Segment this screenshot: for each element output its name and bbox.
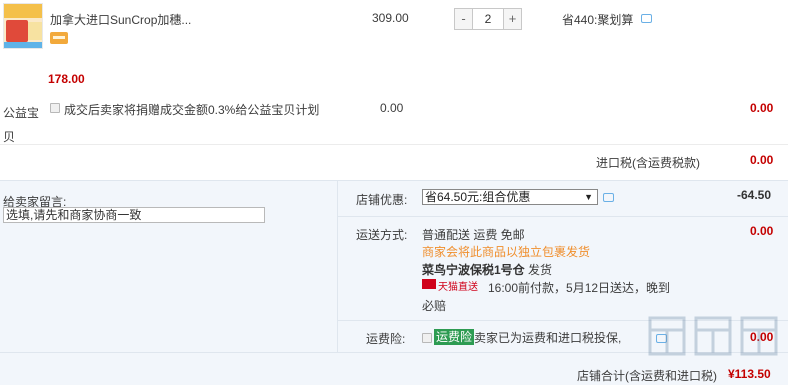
insurance-checkbox[interactable]	[422, 333, 432, 343]
quantity-stepper: - 2 +	[454, 8, 522, 30]
shop-discount-select[interactable]: 省64.50元:组合优惠 ▼	[422, 189, 598, 205]
credit-card-icon	[50, 32, 68, 44]
product-thumbnail[interactable]	[3, 3, 43, 49]
charity-amount: 0.00	[750, 101, 774, 115]
import-tax-amount: 0.00	[750, 153, 774, 167]
chat-bubble-icon[interactable]	[641, 14, 652, 23]
chat-bubble-icon[interactable]	[603, 193, 614, 202]
shop-discount-amount: -64.50	[737, 188, 772, 202]
warehouse-info: 菜鸟宁波保税1号仓 发货	[422, 261, 552, 278]
shop-discount-label: 店铺优惠:	[356, 193, 408, 207]
charity-unit-price: 0.00	[380, 101, 404, 115]
charity-text: 成交后卖家将捐赠成交金额0.3%给公益宝贝计划	[64, 103, 320, 117]
tmall-badge-text: 天猫直送	[438, 282, 478, 293]
discounted-price: 178.00	[48, 72, 85, 86]
shop-total-label: 店铺合计(含运费和进口税)	[577, 369, 717, 383]
shop-discount-selected: 省64.50元:组合优惠	[425, 190, 531, 204]
unit-price: 309.00	[372, 11, 409, 25]
product-title-link[interactable]: 加拿大进口SunCrop加穗...	[50, 11, 191, 28]
chevron-down-icon: ▼	[584, 192, 593, 202]
divider	[0, 180, 788, 181]
charity-checkbox[interactable]	[50, 103, 60, 113]
warehouse-suffix: 发货	[528, 263, 553, 277]
watermark-logo	[648, 316, 778, 356]
shipping-amount: 0.00	[750, 224, 774, 238]
quantity-increase-button[interactable]: +	[503, 9, 521, 29]
insurance-label: 运费险:	[366, 332, 406, 346]
insurance-text: 卖家已为运费和进口税投保,	[474, 331, 622, 345]
divider	[338, 216, 788, 217]
shop-total-amount: ¥113.50	[728, 367, 771, 381]
shipping-note: 商家会将此商品以独立包裹发货	[422, 245, 591, 259]
divider	[337, 180, 338, 352]
tmall-direct-logo: 天猫直送	[422, 278, 486, 293]
import-tax-label: 进口税(含运费税款)	[596, 156, 700, 170]
delivery-estimate: 16:00前付款，5月12日送达，晚到	[488, 281, 671, 295]
shipping-method: 普通配送 运费 免邮	[422, 228, 525, 242]
delivery-guarantee: 必赔	[422, 299, 447, 313]
warehouse-name: 菜鸟宁波保税1号仓	[422, 263, 525, 277]
charity-label: 公益宝贝	[3, 106, 40, 144]
quantity-input[interactable]: 2	[473, 9, 503, 29]
shipping-label: 运送方式:	[356, 228, 408, 242]
divider	[0, 144, 788, 145]
insurance-tag: 运费险	[434, 329, 475, 345]
quantity-decrease-button[interactable]: -	[455, 9, 473, 29]
savings-text: 省440:聚划算	[562, 13, 634, 27]
seller-note-input[interactable]: 选填,请先和商家协商一致	[3, 207, 265, 223]
